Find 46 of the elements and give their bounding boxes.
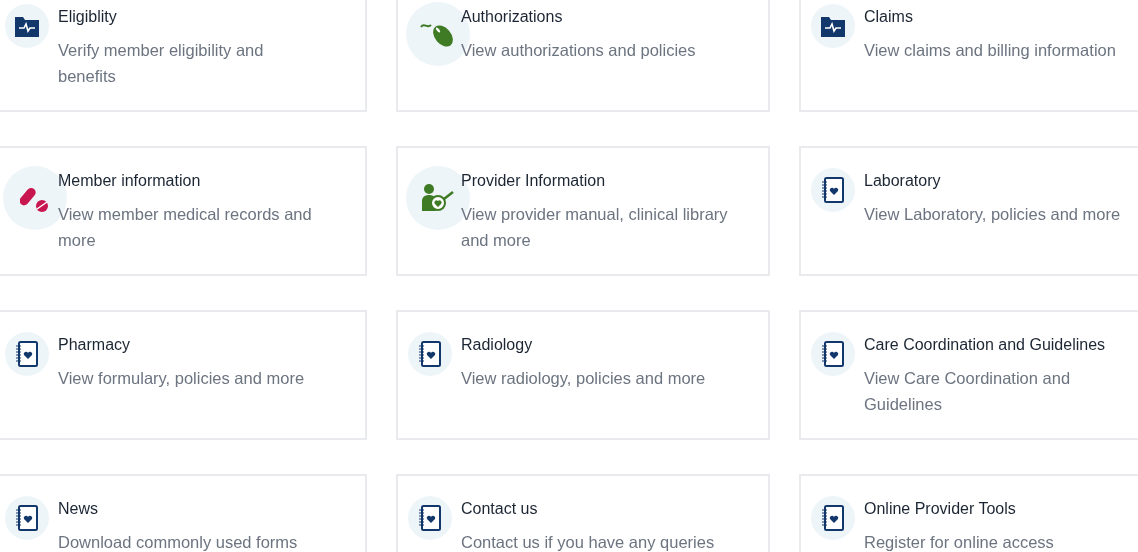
card-description: Verify member eligibility and benefits	[58, 40, 265, 87]
card-background[interactable]: Online Provider Tools Register for online access	[799, 474, 1138, 552]
card-background[interactable]: Pharmacy View formulary, policies and more	[0, 310, 367, 440]
card-background[interactable]: Eligiblity Verify member eligibility and benefits	[0, 0, 367, 112]
card-description: View authorizations and policies	[461, 40, 697, 61]
notebook-icon	[821, 504, 845, 532]
notebook-icon	[418, 504, 442, 532]
card-title: Eligiblity	[58, 7, 118, 27]
card-description: Register for online access	[864, 532, 1055, 552]
card-title: Member information	[58, 171, 202, 191]
card-title: Contact us	[461, 499, 539, 519]
card-description: View Care Coordination and Guidelines	[864, 368, 1072, 415]
card-title: Claims	[864, 7, 914, 27]
provider-icon	[420, 183, 456, 213]
card-description: View radiology, policies and more	[461, 368, 707, 389]
notebook-icon	[821, 176, 845, 204]
card-title: Provider Information	[461, 171, 607, 191]
card-description: Download commonly used forms	[58, 532, 299, 552]
card-background[interactable]: Laboratory View Laboratory, policies and more	[799, 146, 1138, 276]
card-title: Authorizations	[461, 7, 564, 27]
notebook-icon	[15, 504, 39, 532]
notebook-icon	[418, 340, 442, 368]
card-title: Radiology	[461, 335, 534, 355]
pulse-folder-icon	[14, 14, 40, 38]
card-title: Care Coordination and Guidelines	[864, 335, 1107, 355]
card-background[interactable]: News Download commonly used forms	[0, 474, 367, 552]
card-description: View member medical records and more	[58, 204, 313, 251]
card-background[interactable]: Contact us Contact us if you have any queries	[396, 474, 770, 552]
card-background[interactable]: Member information View member medical records and more	[0, 146, 367, 276]
card-background[interactable]: Care Coordination and Guidelines View Care Coordination and Guidelines	[799, 310, 1138, 440]
pulse-folder-icon	[820, 14, 846, 38]
card-title: Pharmacy	[58, 335, 132, 355]
card-description: View Laboratory, policies and more	[864, 204, 1122, 225]
card-title: Laboratory	[864, 171, 942, 191]
card-description: View claims and billing information	[864, 40, 1117, 61]
card-description: View formulary, policies and more	[58, 368, 306, 389]
card-title: News	[58, 499, 99, 519]
card-description: View provider manual, clinical library and more	[461, 204, 728, 251]
card-description: Contact us if you have any queries	[461, 532, 716, 552]
notebook-icon	[15, 340, 39, 368]
card-background[interactable]: Authorizations View authorizations and policies	[396, 0, 770, 112]
card-background[interactable]: Provider Information View provider manual, clinical library and more	[396, 146, 770, 276]
card-background[interactable]: Radiology View radiology, policies and more	[396, 310, 770, 440]
notebook-icon	[821, 340, 845, 368]
card-background[interactable]: Claims View claims and billing information	[799, 0, 1138, 112]
card-title: Online Provider Tools	[864, 499, 1017, 519]
